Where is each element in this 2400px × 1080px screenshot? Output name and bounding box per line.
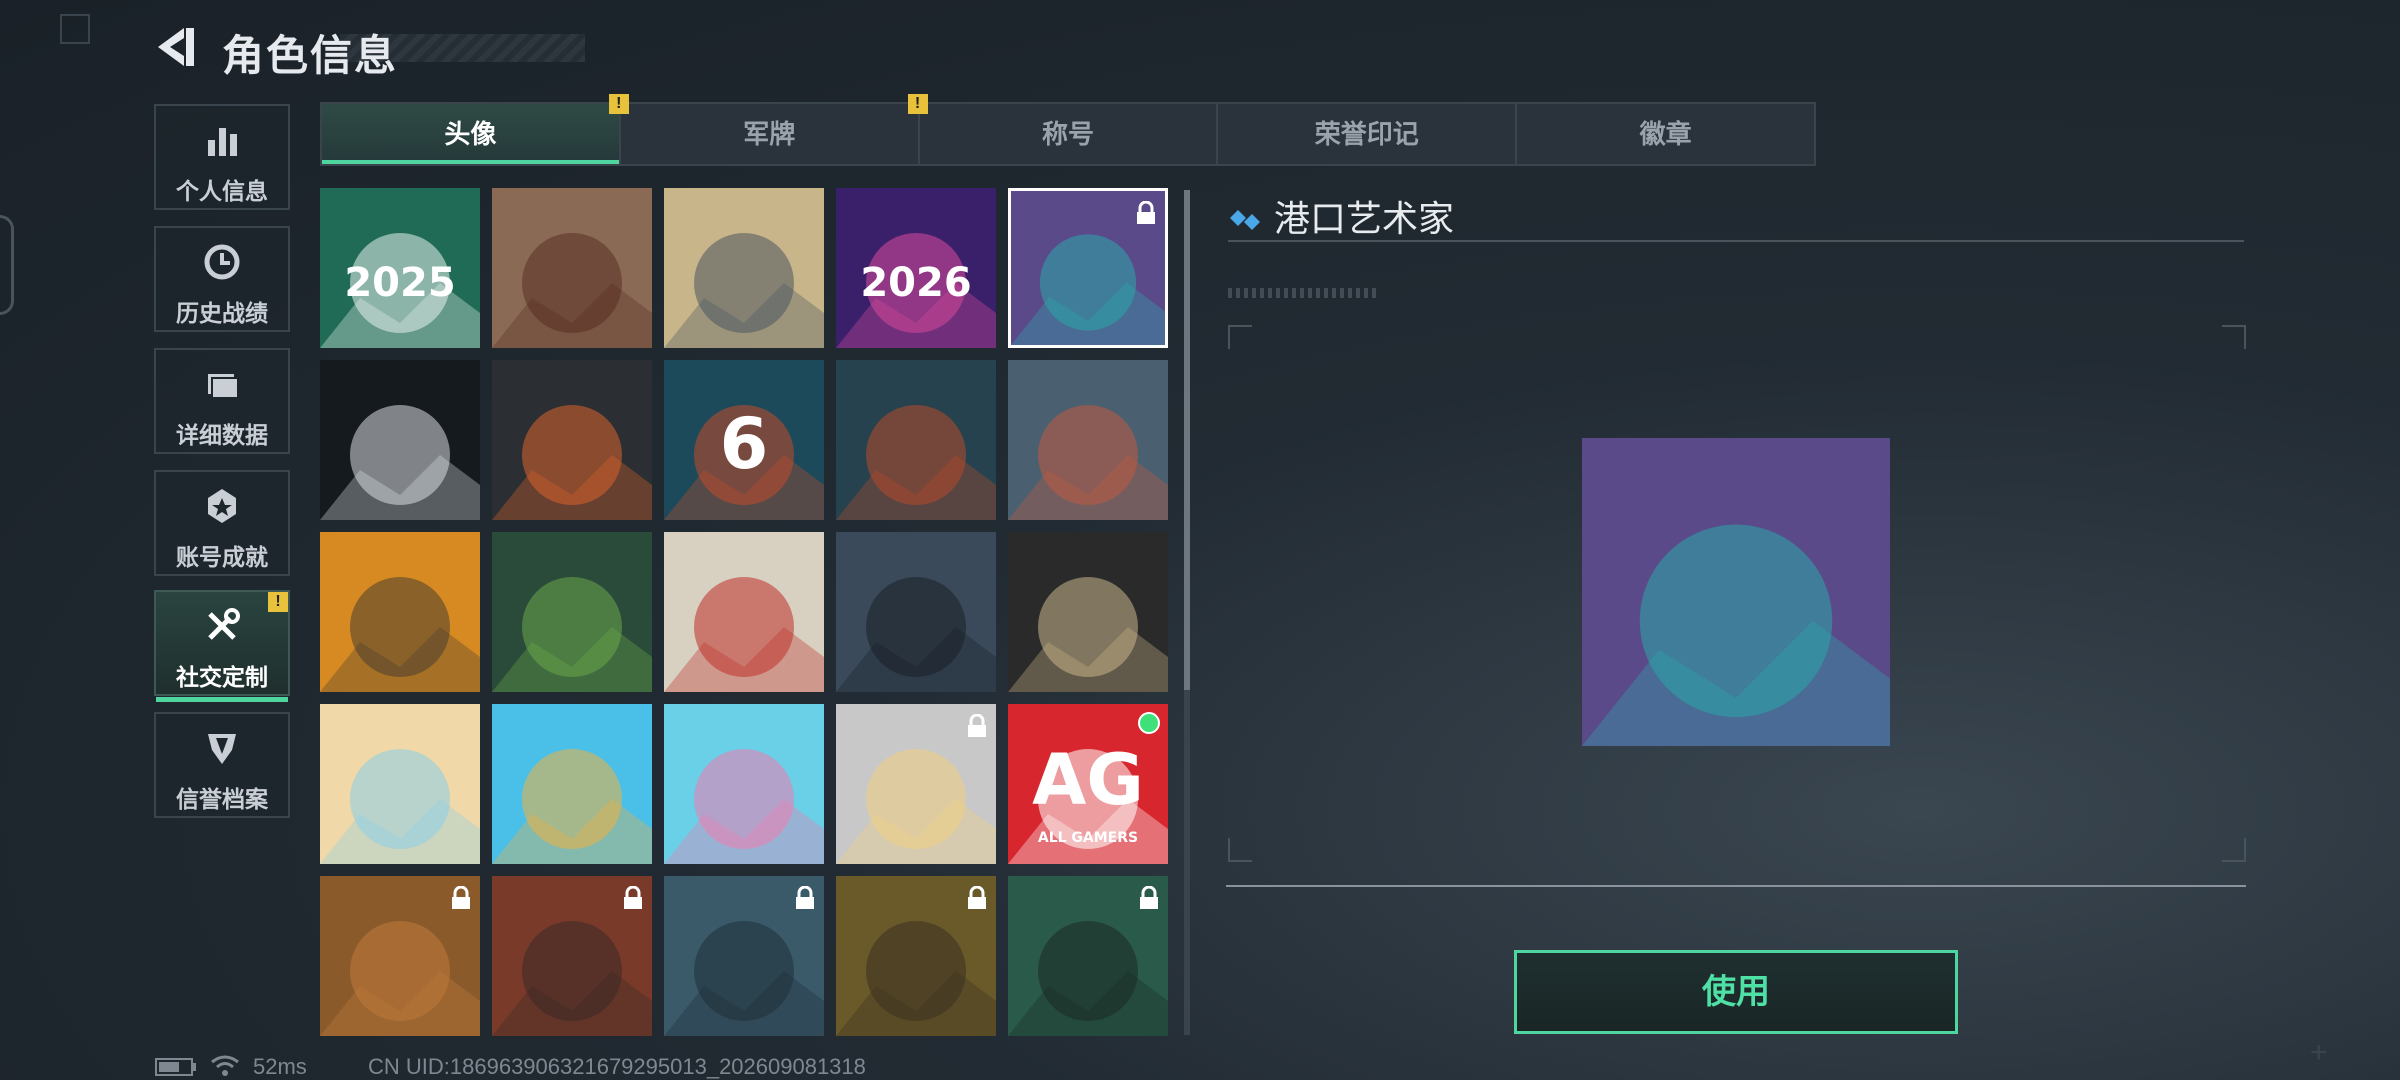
tab-title[interactable]: 称号 — [920, 104, 1219, 164]
lock-icon — [452, 886, 470, 909]
lock-icon — [968, 886, 986, 909]
tab-bar: 头像 ! 军牌 ! 称号 荣誉印记 徽章 — [320, 94, 1816, 166]
avatar-tile-ghost-bars[interactable] — [320, 360, 480, 520]
uid-text: CN UID:186963906321679295013_20260908131… — [368, 1054, 866, 1079]
avatar-tile-beach-girl[interactable] — [320, 704, 480, 864]
sidebar-item-history[interactable]: 历史战绩 — [154, 226, 290, 332]
svg-text:ALL GAMERS: ALL GAMERS — [1038, 830, 1138, 846]
svg-text:AG: AG — [1032, 739, 1144, 821]
avatar-tile-cap-operator[interactable] — [492, 876, 652, 1036]
lock-icon — [1140, 886, 1158, 909]
sidebar-item-label: 信誉档案 — [176, 786, 268, 812]
avatar-tile-all-gamers[interactable]: AG ALL GAMERS — [1008, 704, 1168, 864]
avatar-tile-rainbow-six[interactable]: 6 — [664, 360, 824, 520]
lock-icon — [796, 886, 814, 909]
avatar-tile-weapons-cross[interactable] — [492, 360, 652, 520]
sidebar-item-personal-info[interactable]: 个人信息 — [154, 104, 290, 210]
folder-icon — [208, 374, 239, 399]
lock-icon — [1137, 201, 1155, 224]
avatar-tile-snowman-2025[interactable]: 2025 — [320, 188, 480, 348]
ping-readout: 52ms — [253, 1054, 307, 1079]
avatar-tile-mountain-soldier[interactable] — [664, 188, 824, 348]
lock-icon — [968, 714, 986, 737]
back-button[interactable] — [150, 22, 200, 72]
avatar-tile-pilot-headset[interactable] — [664, 876, 824, 1036]
sidebar-item-label: 个人信息 — [176, 178, 268, 204]
frame-corner — [2222, 838, 2246, 862]
avatar-tile-surf-boy[interactable] — [492, 704, 652, 864]
avatar-tile-green-soldier[interactable] — [492, 532, 652, 692]
sidebar-item-label: 社交定制 — [176, 664, 268, 690]
sidebar-item-social-custom[interactable]: 社交定制 ! — [154, 590, 290, 702]
avatar-tile-rook-tower[interactable] — [1008, 360, 1168, 520]
avatar-preview — [1582, 438, 1890, 746]
svg-text:2025: 2025 — [344, 260, 455, 306]
frame-corner — [1228, 838, 1252, 862]
tab-label: 军牌 — [743, 119, 796, 149]
bar-chart-icon — [208, 128, 237, 156]
tab-avatar[interactable]: 头像 ! — [322, 94, 629, 164]
tab-label: 称号 — [1041, 119, 1094, 149]
avatar-tile-fireworks-2026[interactable]: 2026 — [836, 188, 996, 348]
sidebar-item-label: 详细数据 — [176, 422, 268, 448]
detail-title: 港口艺术家 — [1228, 190, 1454, 242]
divider — [1228, 240, 2244, 242]
scrollbar-thumb[interactable] — [1184, 190, 1190, 690]
tab-label: 荣誉印记 — [1314, 119, 1419, 149]
avatar-tile-headset-operator[interactable] — [1008, 876, 1168, 1036]
avatar-tile-treasure-map[interactable] — [1008, 532, 1168, 692]
wifi-icon — [211, 1055, 239, 1076]
avatar-tile-flamingo-float[interactable] — [664, 704, 824, 864]
page-title: 角色信息 — [222, 32, 399, 79]
avatar-tile-scales-emblem[interactable] — [492, 188, 652, 348]
avatar-tile-reading-girl[interactable] — [836, 704, 996, 864]
tab-label: 徽章 — [1639, 119, 1692, 149]
avatar-tile-voyager-graffiti[interactable] — [1008, 188, 1168, 348]
back-arrow-icon — [158, 28, 194, 66]
avatar-tile-plum-blossom[interactable] — [664, 532, 824, 692]
sidebar-item-label: 账号成就 — [176, 544, 268, 570]
svg-text:6: 6 — [720, 403, 769, 485]
sidebar-item-achievements[interactable]: 账号成就 — [154, 470, 290, 576]
warning-badge: ! — [268, 592, 288, 612]
avatar-tile-armored-beast[interactable] — [320, 532, 480, 692]
tab-label: 头像 — [444, 119, 497, 149]
detail-title-text: 港口艺术家 — [1274, 198, 1455, 239]
plus-icon: + — [2310, 1036, 2328, 1069]
tab-badge[interactable]: 徽章 — [1517, 104, 1814, 164]
divider — [1226, 885, 2246, 887]
sidebar-item-reputation[interactable]: 信誉档案 — [154, 712, 290, 818]
clock-icon — [204, 244, 240, 280]
lock-icon — [624, 886, 642, 909]
tools-icon — [208, 608, 240, 640]
avatar-tile-diver-helmet[interactable] — [320, 876, 480, 1036]
battery-icon — [155, 1058, 196, 1076]
svg-text:2026: 2026 — [860, 260, 971, 306]
avatar-tile-operator-rifle[interactable] — [836, 532, 996, 692]
corner-frame — [60, 14, 90, 44]
detail-subtext — [1228, 288, 1378, 298]
preview-image — [1582, 438, 1890, 746]
tab-dog-tag[interactable]: 军牌 ! — [621, 94, 928, 164]
avatar-tile-crossed-swords[interactable] — [836, 360, 996, 520]
tab-honor-mark[interactable]: 荣誉印记 — [1218, 104, 1518, 164]
frame-corner — [2222, 325, 2246, 349]
avatar-grid: 2025 2026 6 AG ALL GAMERS — [320, 188, 1170, 1036]
edge-handle — [0, 215, 14, 315]
frame-corner — [1228, 325, 1252, 349]
sidebar-item-label: 历史战绩 — [176, 300, 268, 326]
reputation-icon — [208, 734, 236, 764]
avatar-tile-bald-operator[interactable] — [836, 876, 996, 1036]
sidebar-item-detailed-data[interactable]: 详细数据 — [154, 348, 290, 454]
status-dot — [1138, 712, 1160, 734]
use-button[interactable]: 使用 — [1514, 950, 1958, 1034]
achievement-icon — [208, 489, 236, 523]
diamond-icon — [1230, 210, 1260, 231]
